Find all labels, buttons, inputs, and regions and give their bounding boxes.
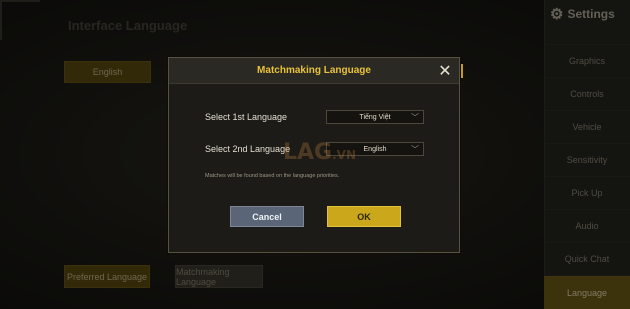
first-language-row: Select 1st Language Tiếng Việt ﹀ xyxy=(205,110,424,124)
dialog-title: Matchmaking Language xyxy=(257,65,371,76)
chevron-down-icon: ﹀ xyxy=(411,145,419,154)
modal-edge-marker xyxy=(460,64,463,78)
watermark-text: LAG xyxy=(283,140,333,165)
matchmaking-language-dialog: Matchmaking Language ✕ Select 1st Langua… xyxy=(168,57,460,253)
watermark-suffix: .VN xyxy=(332,148,356,162)
watermark-logo: LAG.VN xyxy=(283,140,356,165)
cancel-button[interactable]: Cancel xyxy=(230,206,304,227)
chevron-down-icon: ﹀ xyxy=(411,113,419,122)
second-language-value: English xyxy=(363,145,387,153)
first-language-label: Select 1st Language xyxy=(205,112,288,122)
ok-button[interactable]: OK xyxy=(327,206,401,227)
close-icon[interactable]: ✕ xyxy=(435,61,455,81)
priority-note: Matches will be found based on the langu… xyxy=(205,173,340,179)
dialog-header: Matchmaking Language ✕ xyxy=(169,58,459,84)
first-language-select[interactable]: Tiếng Việt ﹀ xyxy=(326,110,424,124)
first-language-value: Tiếng Việt xyxy=(359,113,391,121)
